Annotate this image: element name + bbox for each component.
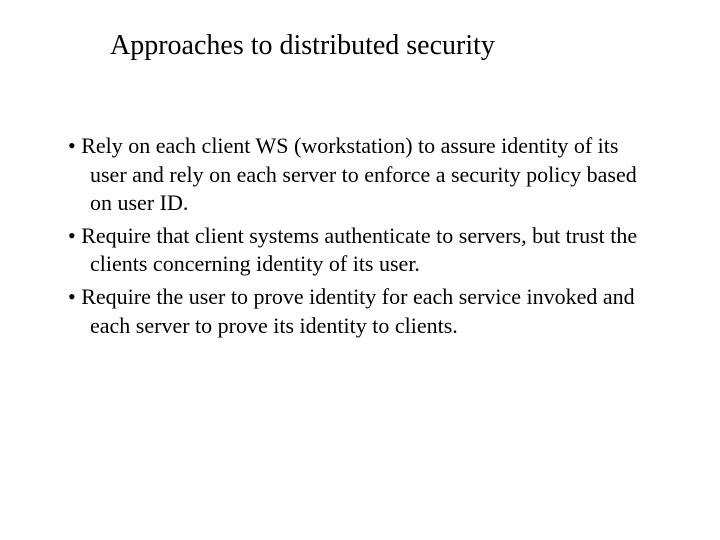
list-item: Require the user to prove identity for e… <box>60 283 660 340</box>
slide-title: Approaches to distributed security <box>110 30 660 62</box>
list-item: Rely on each client WS (workstation) to … <box>60 132 660 218</box>
bullet-list: Rely on each client WS (workstation) to … <box>60 132 660 340</box>
list-item: Require that client systems authenticate… <box>60 222 660 279</box>
